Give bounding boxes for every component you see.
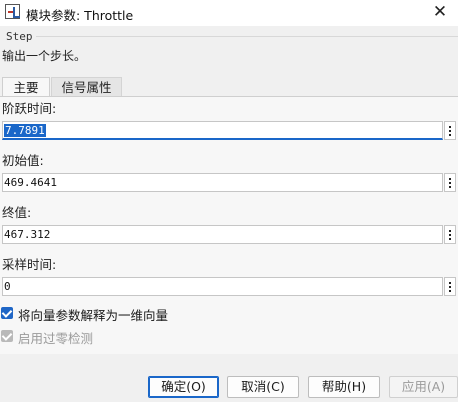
- step-time-options-icon[interactable]: [444, 121, 456, 140]
- initial-value-label: 初始值:: [2, 153, 44, 168]
- sample-time-field[interactable]: 0: [2, 277, 443, 296]
- title-bar: 模块参数: Throttle ✕: [0, 0, 458, 26]
- simulink-block-icon: [5, 4, 20, 19]
- sample-time-options-icon[interactable]: [444, 277, 456, 296]
- final-value-field[interactable]: 467.312: [2, 225, 443, 244]
- vector-1d-checkbox[interactable]: [1, 307, 13, 319]
- initial-value-options-icon[interactable]: [444, 173, 456, 192]
- zero-crossing-label: 启用过零检测: [18, 331, 94, 346]
- sample-time-value: 0: [4, 280, 11, 293]
- final-value-value: 467.312: [4, 228, 51, 241]
- tab-signal-attributes[interactable]: 信号属性: [51, 77, 122, 97]
- sample-time-label: 采样时间:: [2, 257, 57, 272]
- apply-button: 应用(A): [389, 376, 458, 398]
- block-description: 输出一个步长。: [2, 49, 87, 63]
- final-value-options-icon[interactable]: [444, 225, 456, 244]
- step-time-value: 7.7891: [4, 124, 46, 137]
- zero-crossing-checkbox: [1, 330, 13, 342]
- cancel-button[interactable]: 取消(C): [227, 376, 299, 398]
- initial-value-field[interactable]: 469.4641: [2, 173, 443, 192]
- help-button[interactable]: 帮助(H): [308, 376, 380, 398]
- section-divider: [36, 36, 458, 37]
- final-value-label: 终值:: [2, 205, 32, 220]
- window-title: 模块参数: Throttle: [26, 8, 134, 23]
- vector-1d-label[interactable]: 将向量参数解释为一维向量: [18, 305, 168, 324]
- step-time-field[interactable]: 7.7891: [2, 121, 443, 140]
- step-time-label: 阶跃时间:: [2, 101, 57, 116]
- block-type-name: Step: [6, 30, 33, 43]
- close-icon[interactable]: ✕: [428, 1, 452, 23]
- ok-button[interactable]: 确定(O): [148, 376, 219, 398]
- initial-value-value: 469.4641: [4, 176, 57, 189]
- tab-main[interactable]: 主要: [2, 77, 50, 97]
- tab-bar: 主要 信号属性: [0, 77, 458, 97]
